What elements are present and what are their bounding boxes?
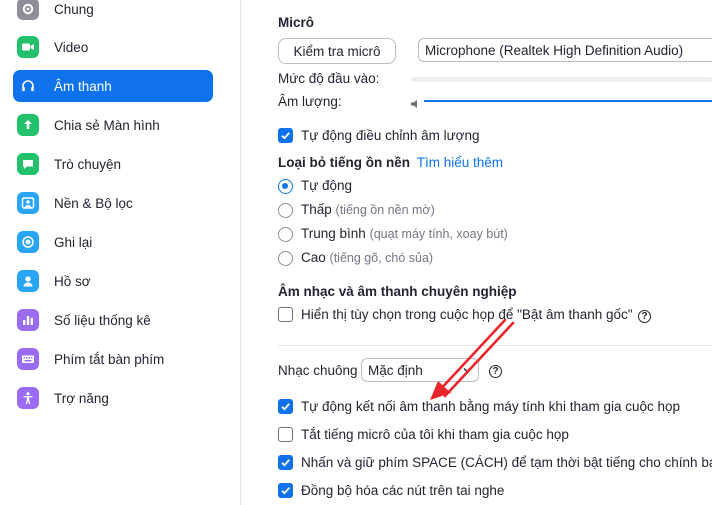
noise-option-low: Thấp (tiếng ồn nền mờ) <box>301 202 435 217</box>
sidebar-item-label: Nền & Bộ lọc <box>54 195 133 211</box>
noise-option-high: Cao (tiếng gõ, chó sủa) <box>301 250 433 265</box>
microphone-select[interactable]: Microphone (Realtek High Definition Audi… <box>418 38 712 62</box>
input-level-meter <box>411 77 712 82</box>
chat-icon <box>17 153 39 175</box>
sidebar-item-audio[interactable]: Âm thanh <box>13 70 213 102</box>
sidebar-item-label: Video <box>54 39 89 55</box>
video-icon <box>17 36 39 58</box>
sync-headset-buttons-label: Đồng bộ hóa các nút trên tai nghe <box>301 483 505 498</box>
noise-option-label: Tự động <box>301 178 353 193</box>
music-section-title: Âm nhạc và âm thanh chuyên nghiệp <box>278 284 517 299</box>
sidebar-item-label: Số liệu thống kê <box>54 312 151 328</box>
gear-icon <box>17 0 39 20</box>
headphones-icon <box>17 75 39 97</box>
background-icon <box>17 192 39 214</box>
speaker-low-icon <box>410 96 420 108</box>
volume-label: Âm lượng: <box>278 94 342 109</box>
original-sound-option-label: Hiển thị tùy chọn trong cuộc họp để "Bật… <box>301 307 633 322</box>
mute-on-join-label: Tắt tiếng micrô của tôi khi tham gia cuộ… <box>301 427 569 442</box>
statistics-icon <box>17 309 39 331</box>
input-level-label: Mức độ đầu vào: <box>278 71 380 86</box>
learn-more-link[interactable]: Tìm hiểu thêm <box>417 155 503 170</box>
noise-option-label: Cao <box>301 250 326 265</box>
noise-option-auto: Tự động <box>301 178 352 193</box>
ringtone-label: Nhạc chuông <box>278 363 358 378</box>
keyboard-icon <box>17 348 39 370</box>
auto-join-audio-checkbox[interactable] <box>278 399 293 414</box>
accessibility-icon <box>17 387 39 409</box>
microphone-select-value: Microphone (Realtek High Definition Audi… <box>425 42 684 58</box>
chevron-down-icon <box>463 368 471 373</box>
auto-adjust-volume-label: Tự động điều chỉnh âm lượng <box>301 128 480 143</box>
noise-option-hint: (tiếng gõ, chó sủa) <box>329 251 434 265</box>
sidebar-item-background-filters[interactable]: Nền & Bộ lọc <box>13 187 213 219</box>
auto-adjust-volume-checkbox[interactable] <box>278 128 293 143</box>
test-mic-button[interactable]: Kiểm tra micrô <box>278 38 396 64</box>
push-to-talk-checkbox[interactable] <box>278 455 293 470</box>
noise-radio-low[interactable] <box>278 203 293 218</box>
section-divider <box>278 345 712 346</box>
sidebar-item-recording[interactable]: Ghi lại <box>13 226 213 258</box>
record-icon <box>17 231 39 253</box>
sidebar-item-label: Âm thanh <box>54 78 112 94</box>
original-sound-option-checkbox[interactable] <box>278 307 293 322</box>
ringtone-select[interactable]: Mặc định <box>361 358 479 382</box>
settings-sidebar: Chung Video Âm thanh Chia sẻ Màn hình Tr… <box>0 0 241 505</box>
noise-suppression-title: Loại bỏ tiếng ồn nền Tìm hiểu thêm <box>278 155 503 170</box>
sidebar-item-video[interactable]: Video <box>13 31 213 63</box>
mic-section-title: Micrô <box>278 15 315 30</box>
noise-radio-high[interactable] <box>278 251 293 266</box>
noise-suppression-title-text: Loại bỏ tiếng ồn nền <box>278 155 410 170</box>
sidebar-item-label: Ghi lại <box>54 234 93 250</box>
sidebar-item-label: Trò chuyện <box>54 156 122 172</box>
help-icon[interactable]: ? <box>489 365 502 378</box>
noise-option-hint: (quạt máy tính, xoay bút) <box>369 227 508 241</box>
sync-headset-buttons-checkbox[interactable] <box>278 483 293 498</box>
sidebar-item-keyboard-shortcuts[interactable]: Phím tắt bàn phím <box>13 343 213 375</box>
sidebar-item-label: Trợ năng <box>54 390 109 406</box>
help-icon[interactable]: ? <box>638 310 651 323</box>
sidebar-item-accessibility[interactable]: Trợ năng <box>13 382 213 414</box>
volume-slider[interactable] <box>424 100 712 102</box>
sidebar-item-label: Chung <box>54 1 94 17</box>
share-screen-icon <box>17 114 39 136</box>
sidebar-item-label: Hồ sơ <box>54 273 91 289</box>
noise-option-hint: (tiếng ồn nền mờ) <box>335 203 435 217</box>
noise-radio-medium[interactable] <box>278 227 293 242</box>
sidebar-item-share-screen[interactable]: Chia sẻ Màn hình <box>13 109 213 141</box>
sidebar-item-label: Phím tắt bàn phím <box>54 351 165 367</box>
noise-option-medium: Trung bình (quạt máy tính, xoay bút) <box>301 226 508 241</box>
noise-option-label: Trung bình <box>301 226 366 241</box>
sidebar-item-label: Chia sẻ Màn hình <box>54 117 160 133</box>
auto-join-audio-label: Tự động kết nối âm thanh bằng máy tính k… <box>301 399 681 414</box>
sidebar-item-general[interactable]: Chung <box>13 0 213 25</box>
noise-radio-auto[interactable] <box>278 179 293 194</box>
push-to-talk-label: Nhấn và giữ phím SPACE (CÁCH) để tạm thờ… <box>301 455 712 470</box>
sidebar-item-profile[interactable]: Hồ sơ <box>13 265 213 297</box>
profile-icon <box>17 270 39 292</box>
sidebar-item-statistics[interactable]: Số liệu thống kê <box>13 304 213 336</box>
noise-option-label: Thấp <box>301 202 332 217</box>
sidebar-item-chat[interactable]: Trò chuyện <box>13 148 213 180</box>
mute-on-join-checkbox[interactable] <box>278 427 293 442</box>
ringtone-select-value: Mặc định <box>368 362 423 378</box>
audio-settings-panel: Micrô Kiểm tra micrô Microphone (Realtek… <box>241 0 712 505</box>
